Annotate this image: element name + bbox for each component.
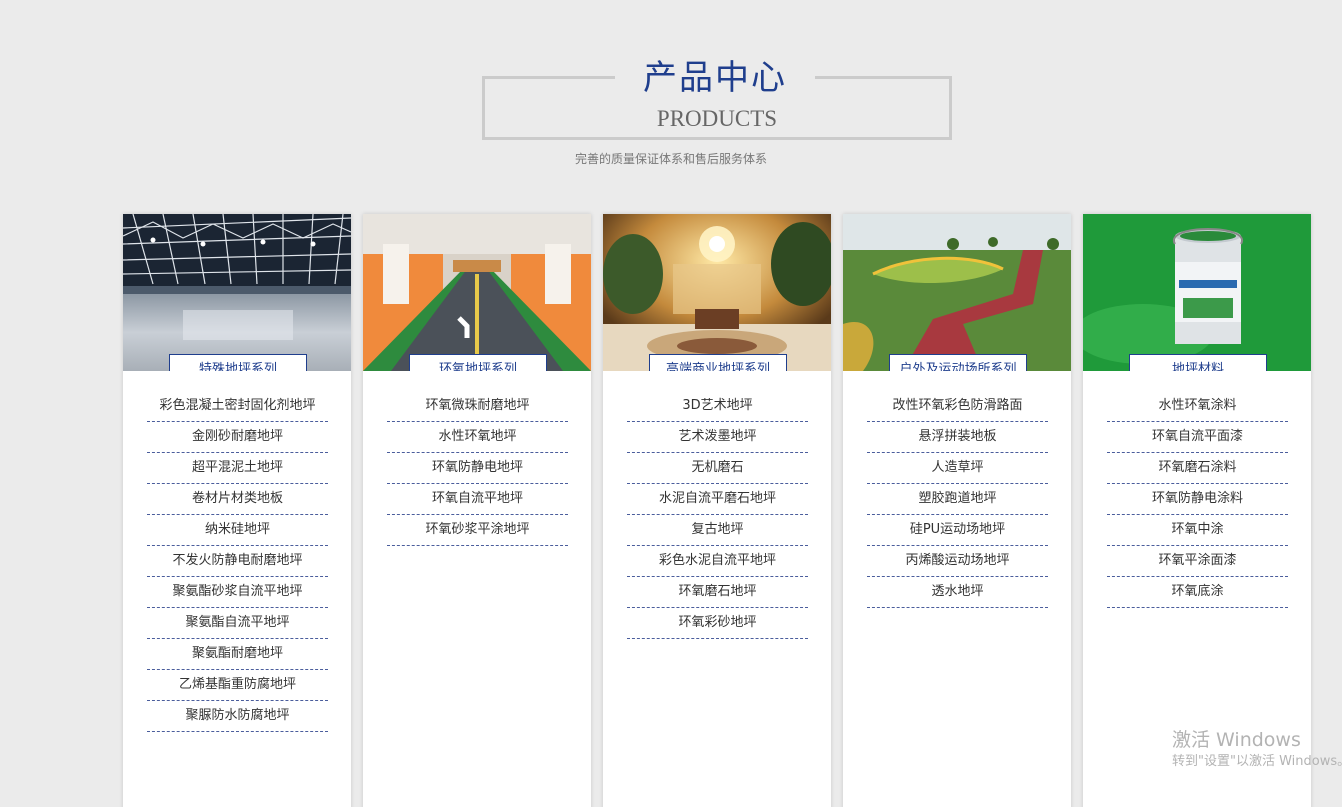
category-item-link[interactable]: 彩色混凝土密封固化剂地坪 — [147, 391, 328, 422]
category-item-link[interactable]: 3D艺术地坪 — [627, 391, 808, 422]
category-item-link[interactable]: 聚氨酯耐磨地坪 — [147, 639, 328, 670]
category-item-link[interactable]: 透水地坪 — [867, 577, 1048, 608]
hotel-lobby-image[interactable]: 高端商业地坪系列 — [603, 214, 831, 371]
category-item-link[interactable]: 改性环氧彩色防滑路面 — [867, 391, 1048, 422]
category-label[interactable]: 高端商业地坪系列 — [649, 354, 787, 371]
category-card-commercial: 高端商业地坪系列 3D艺术地坪 艺术泼墨地坪 无机磨石 水泥自流平磨石地坪 复古… — [603, 214, 831, 807]
category-item-link[interactable]: 硅PU运动场地坪 — [867, 515, 1048, 546]
category-item-link[interactable]: 环氧磨石地坪 — [627, 577, 808, 608]
category-item-link[interactable]: 无机磨石 — [627, 453, 808, 484]
category-label[interactable]: 户外及运动场所系列 — [889, 354, 1027, 371]
category-item-link[interactable]: 环氧自流平面漆 — [1107, 422, 1288, 453]
category-item-link[interactable]: 聚脲防水防腐地坪 — [147, 701, 328, 732]
section-title: 产品中心 — [643, 58, 787, 98]
red-path-image[interactable]: 户外及运动场所系列 — [843, 214, 1071, 371]
title-frame-line-right — [815, 76, 952, 79]
category-item-list: 环氧微珠耐磨地坪 水性环氧地坪 环氧防静电地坪 环氧自流平地坪 环氧砂浆平涂地坪 — [387, 391, 568, 546]
section-subtitle: 完善的质量保证体系和售后服务体系 — [574, 152, 767, 166]
category-item-link[interactable]: 塑胶跑道地坪 — [867, 484, 1048, 515]
category-item-list: 3D艺术地坪 艺术泼墨地坪 无机磨石 水泥自流平磨石地坪 复古地坪 彩色水泥自流… — [627, 391, 808, 639]
category-item-link[interactable]: 环氧自流平地坪 — [387, 484, 568, 515]
category-item-link[interactable]: 环氧中涂 — [1107, 515, 1288, 546]
parking-garage-image[interactable]: 环氧地坪系列 — [363, 214, 591, 371]
product-category-cards: 特殊地坪系列 彩色混凝土密封固化剂地坪 金刚砂耐磨地坪 超平混泥土地坪 卷材片材… — [123, 214, 1311, 807]
category-item-link[interactable]: 丙烯酸运动场地坪 — [867, 546, 1048, 577]
category-item-link[interactable]: 环氧防静电涂料 — [1107, 484, 1288, 515]
category-item-link[interactable]: 水性环氧地坪 — [387, 422, 568, 453]
category-card-materials: 地坪材料 水性环氧涂料 环氧自流平面漆 环氧磨石涂料 环氧防静电涂料 环氧中涂 … — [1083, 214, 1311, 807]
category-item-link[interactable]: 超平混泥土地坪 — [147, 453, 328, 484]
category-item-list: 水性环氧涂料 环氧自流平面漆 环氧磨石涂料 环氧防静电涂料 环氧中涂 环氧平涂面… — [1107, 391, 1288, 608]
title-frame-line-left — [482, 76, 615, 79]
watermark-hint: 转到"设置"以激活 Windows。 — [1172, 754, 1342, 769]
category-item-link[interactable]: 环氧微珠耐磨地坪 — [387, 391, 568, 422]
category-item-link[interactable]: 复古地坪 — [627, 515, 808, 546]
warehouse-floor-image[interactable]: 特殊地坪系列 — [123, 214, 351, 371]
category-item-link[interactable]: 聚氨酯砂浆自流平地坪 — [147, 577, 328, 608]
category-label[interactable]: 特殊地坪系列 — [169, 354, 307, 371]
category-item-link[interactable]: 水性环氧涂料 — [1107, 391, 1288, 422]
category-item-link[interactable]: 水泥自流平磨石地坪 — [627, 484, 808, 515]
category-label[interactable]: 地坪材料 — [1129, 354, 1267, 371]
category-item-link[interactable]: 彩色水泥自流平地坪 — [627, 546, 808, 577]
category-item-link[interactable]: 乙烯基酯重防腐地坪 — [147, 670, 328, 701]
category-label[interactable]: 环氧地坪系列 — [409, 354, 547, 371]
windows-activation-watermark: 激活 Windows 转到"设置"以激活 Windows。 — [1172, 728, 1342, 772]
category-item-link[interactable]: 环氧底涂 — [1107, 577, 1288, 608]
category-item-link[interactable]: 悬浮拼装地板 — [867, 422, 1048, 453]
category-item-link[interactable]: 纳米硅地坪 — [147, 515, 328, 546]
category-card-epoxy: 环氧地坪系列 环氧微珠耐磨地坪 水性环氧地坪 环氧防静电地坪 环氧自流平地坪 环… — [363, 214, 591, 807]
category-item-link[interactable]: 环氧磨石涂料 — [1107, 453, 1288, 484]
category-item-link[interactable]: 不发火防静电耐磨地坪 — [147, 546, 328, 577]
watermark-title: 激活 Windows — [1172, 729, 1301, 751]
category-item-link[interactable]: 聚氨酯自流平地坪 — [147, 608, 328, 639]
category-item-list: 改性环氧彩色防滑路面 悬浮拼装地板 人造草坪 塑胶跑道地坪 硅PU运动场地坪 丙… — [867, 391, 1048, 608]
category-item-link[interactable]: 金刚砂耐磨地坪 — [147, 422, 328, 453]
category-card-outdoor: 户外及运动场所系列 改性环氧彩色防滑路面 悬浮拼装地板 人造草坪 塑胶跑道地坪 … — [843, 214, 1071, 807]
category-item-link[interactable]: 环氧防静电地坪 — [387, 453, 568, 484]
section-title-english: PRODUCTS — [656, 106, 778, 131]
category-item-link[interactable]: 人造草坪 — [867, 453, 1048, 484]
category-card-special: 特殊地坪系列 彩色混凝土密封固化剂地坪 金刚砂耐磨地坪 超平混泥土地坪 卷材片材… — [123, 214, 351, 807]
category-item-link[interactable]: 环氧平涂面漆 — [1107, 546, 1288, 577]
category-item-list: 彩色混凝土密封固化剂地坪 金刚砂耐磨地坪 超平混泥土地坪 卷材片材类地板 纳米硅… — [147, 391, 328, 732]
products-header: 产品中心 PRODUCTS 完善的质量保证体系和售后服务体系 — [0, 0, 1342, 200]
paint-bucket-image[interactable]: 地坪材料 — [1083, 214, 1311, 371]
category-item-link[interactable]: 卷材片材类地板 — [147, 484, 328, 515]
category-item-link[interactable]: 环氧彩砂地坪 — [627, 608, 808, 639]
category-item-link[interactable]: 艺术泼墨地坪 — [627, 422, 808, 453]
category-item-link[interactable]: 环氧砂浆平涂地坪 — [387, 515, 568, 546]
